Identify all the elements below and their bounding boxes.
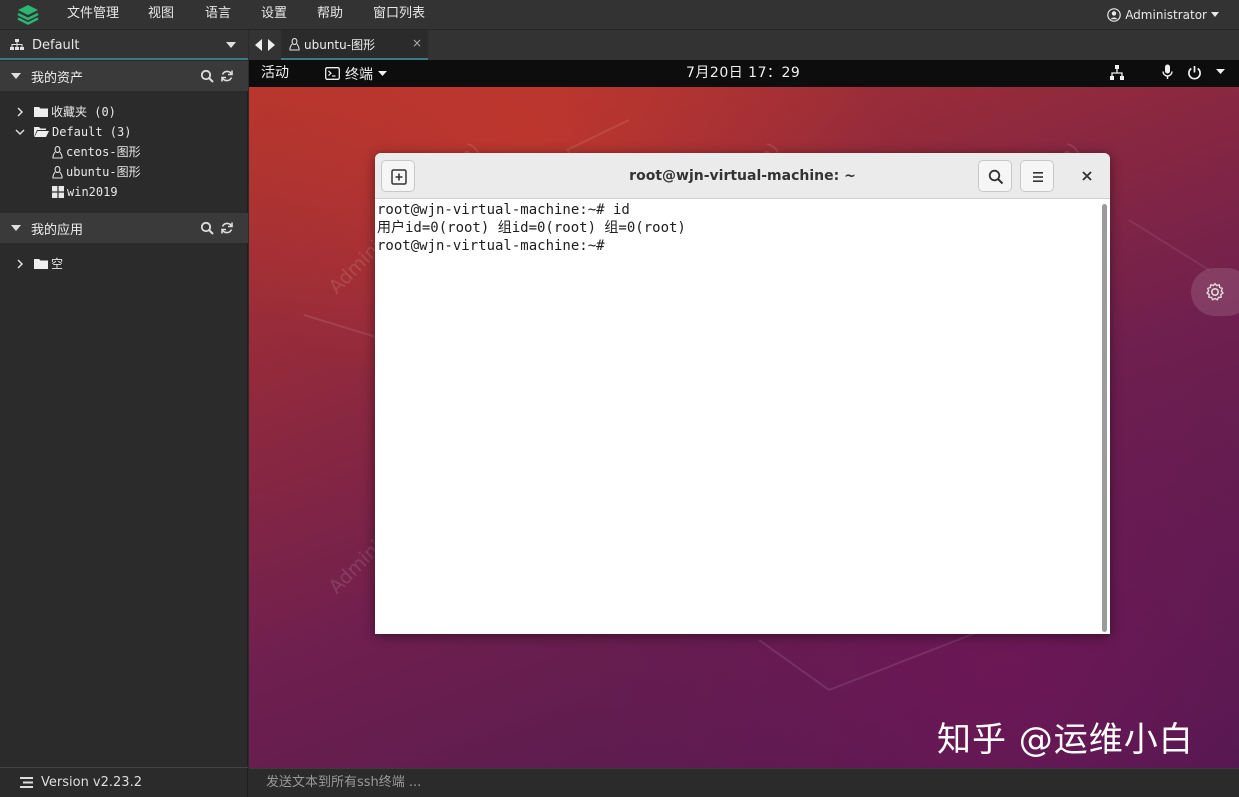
windows-icon <box>52 186 64 198</box>
new-tab-icon <box>391 169 407 185</box>
close-icon[interactable] <box>1078 167 1096 185</box>
menu-help[interactable]: 帮助 <box>317 0 343 30</box>
terminal-line: 用户id=0(root) 组id=0(root) 组=0(root) <box>377 220 686 236</box>
folder-icon <box>34 107 48 117</box>
section-header-apps[interactable]: 我的应用 <box>0 213 248 243</box>
terminal-output[interactable]: root@wjn-virtual-machine:~# id 用户id=0(roo… <box>375 200 1097 634</box>
tree-item-apps-empty[interactable]: 空 <box>14 254 63 274</box>
activities-button[interactable]: 活动 <box>261 60 289 87</box>
linux-icon <box>52 165 63 179</box>
user-menu[interactable]: Administrator <box>1107 0 1219 30</box>
zhihu-watermark: 知乎 @运维小白 <box>937 720 1194 760</box>
tab-close-button[interactable]: × <box>412 36 422 50</box>
terminal-line: root@wjn-virtual-machine:~# <box>377 238 605 254</box>
menu-window-list[interactable]: 窗口列表 <box>373 0 425 30</box>
linux-icon <box>289 37 300 51</box>
clock[interactable]: 7月20日 17：29 <box>686 60 800 87</box>
sitemap-icon <box>10 39 24 50</box>
gear-icon <box>1206 282 1224 301</box>
selector-underline <box>0 58 248 60</box>
chevron-right-icon <box>17 107 24 117</box>
caret-down-icon <box>11 225 21 231</box>
tree-item-host-ubuntu[interactable]: ubuntu-图形 <box>52 162 141 182</box>
menu-settings[interactable]: 设置 <box>261 0 287 30</box>
tree-item-favorites[interactable]: 收藏夹 (0) <box>14 102 116 122</box>
folder-open-icon <box>34 127 49 137</box>
linux-icon <box>52 145 63 159</box>
terminal-menu-button[interactable] <box>1020 160 1054 192</box>
tree-item-label: 空 <box>51 257 64 271</box>
user-icon <box>1107 8 1121 22</box>
chevron-right-icon[interactable] <box>267 39 275 51</box>
microphone-icon <box>1162 64 1173 79</box>
caret-down-icon <box>11 73 21 79</box>
tree-item-default-folder[interactable]: Default (3) <box>14 122 131 142</box>
tab-bar: ubuntu-图形 × <box>249 30 1239 60</box>
terminal-scrollbar[interactable] <box>1102 204 1107 632</box>
system-tray[interactable] <box>1110 64 1225 80</box>
chevron-left-icon[interactable] <box>255 39 263 51</box>
tree-item-label: centos-图形 <box>66 145 141 159</box>
chevron-down-icon <box>15 129 25 136</box>
sidebar: Default 我的资产 收藏夹 (0) Default (3) centos-… <box>0 30 248 797</box>
search-icon <box>988 169 1004 185</box>
floating-settings-button[interactable] <box>1191 268 1239 316</box>
gnome-top-bar: 活动 终端 7月20日 17：29 <box>249 60 1239 87</box>
search-icon[interactable] <box>200 221 214 235</box>
broadcast-input[interactable]: 发送文本到所有ssh终端 ... <box>249 768 1239 797</box>
menu-bar: 文件管理 视图 语言 设置 帮助 窗口列表 Administrator <box>0 0 1239 30</box>
chevron-down-icon <box>1216 69 1225 74</box>
folder-icon <box>34 259 48 269</box>
network-icon <box>1110 64 1124 80</box>
refresh-icon[interactable] <box>220 221 234 235</box>
tree-item-label: Default (3) <box>52 125 132 139</box>
tab-nav <box>255 39 275 51</box>
search-icon[interactable] <box>200 69 214 83</box>
section-header-assets[interactable]: 我的资产 <box>0 61 248 91</box>
app-menu-label: 终端 <box>345 66 373 83</box>
new-tab-button[interactable] <box>381 160 415 192</box>
group-selector-label: Default <box>32 37 80 53</box>
logo-icon <box>17 5 39 25</box>
tree-item-host-centos[interactable]: centos-图形 <box>52 142 141 162</box>
app-menu-terminal[interactable]: 终端 <box>325 60 387 87</box>
tree-item-label: win2019 <box>67 185 118 199</box>
terminal-icon <box>325 67 340 80</box>
terminal-search-button[interactable] <box>978 160 1012 192</box>
chevron-down-icon <box>226 42 236 48</box>
terminal-line: root@wjn-virtual-machine:~# id <box>377 202 630 218</box>
power-icon <box>1188 65 1201 79</box>
chevron-right-icon <box>17 259 24 269</box>
terminal-header-bar[interactable]: root@wjn-virtual-machine: ~ <box>375 153 1110 199</box>
remote-desktop[interactable]: Administrator(admin)ubuntu-图形 Administra… <box>249 60 1239 768</box>
chevron-down-icon <box>378 70 387 76</box>
tree-item-label: 收藏夹 (0) <box>51 105 116 119</box>
tree-item-label: ubuntu-图形 <box>66 165 141 179</box>
version-bar: Version v2.23.2 <box>0 767 248 797</box>
tab-label: ubuntu-图形 <box>304 37 376 52</box>
section-title-assets: 我的资产 <box>31 70 84 86</box>
group-selector[interactable]: Default <box>0 30 248 60</box>
menu-file-manager[interactable]: 文件管理 <box>67 0 119 30</box>
refresh-icon[interactable] <box>220 69 234 83</box>
tree-item-host-win2019[interactable]: win2019 <box>52 182 118 202</box>
section-title-apps: 我的应用 <box>31 222 84 238</box>
menu-language[interactable]: 语言 <box>205 0 231 30</box>
version-label: Version v2.23.2 <box>41 775 142 790</box>
menu-view[interactable]: 视图 <box>148 0 174 30</box>
list-icon <box>20 777 33 788</box>
terminal-window[interactable]: root@wjn-virtual-machine: ~ root@wjn-vir… <box>375 153 1110 634</box>
chevron-down-icon <box>1211 12 1219 17</box>
hamburger-icon <box>1033 172 1043 182</box>
user-name: Administrator <box>1125 8 1207 22</box>
tab-ubuntu[interactable]: ubuntu-图形 × <box>281 30 428 60</box>
